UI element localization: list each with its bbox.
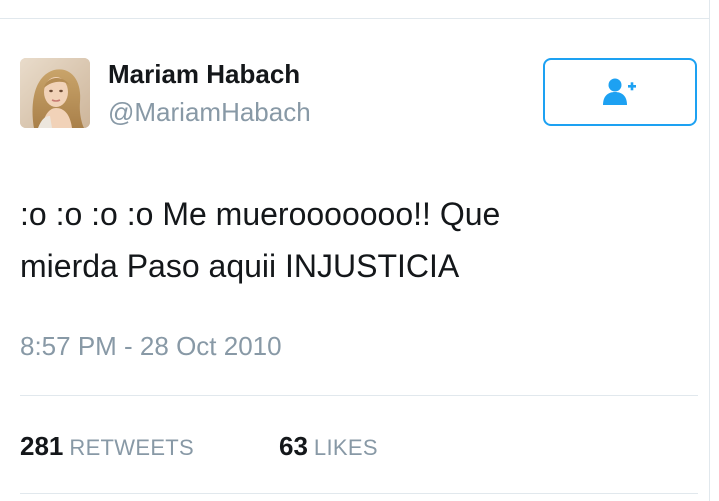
tweet-text: :o :o :o :o Me muerooooooo!! Que mierda … [20,188,690,292]
card-top-border [0,18,709,19]
profile-photo-icon [20,58,90,128]
tweet-timestamp[interactable]: 8:57 PM - 28 Oct 2010 [20,328,282,364]
add-user-icon [603,78,636,105]
author-display-name[interactable]: Mariam Habach [108,58,300,90]
tweet-text-line: :o :o :o :o Me muerooooooo!! Que [20,196,501,232]
retweets-count: 281 [20,431,64,461]
divider [20,395,698,396]
retweets-label: RETWEETS [69,435,195,460]
author-screen-name[interactable]: @MariamHabach [108,96,311,128]
retweets-stat[interactable]: 281 RETWEETS [20,428,194,469]
tweet-text-line: mierda Paso aquii INJUSTICIA [20,248,460,284]
divider [20,493,698,494]
avatar[interactable] [20,58,90,128]
likes-count: 63 [279,431,308,461]
follow-button[interactable] [543,58,697,126]
card-right-border [709,0,710,501]
likes-label: LIKES [313,435,378,460]
likes-stat[interactable]: 63 LIKES [279,428,378,469]
